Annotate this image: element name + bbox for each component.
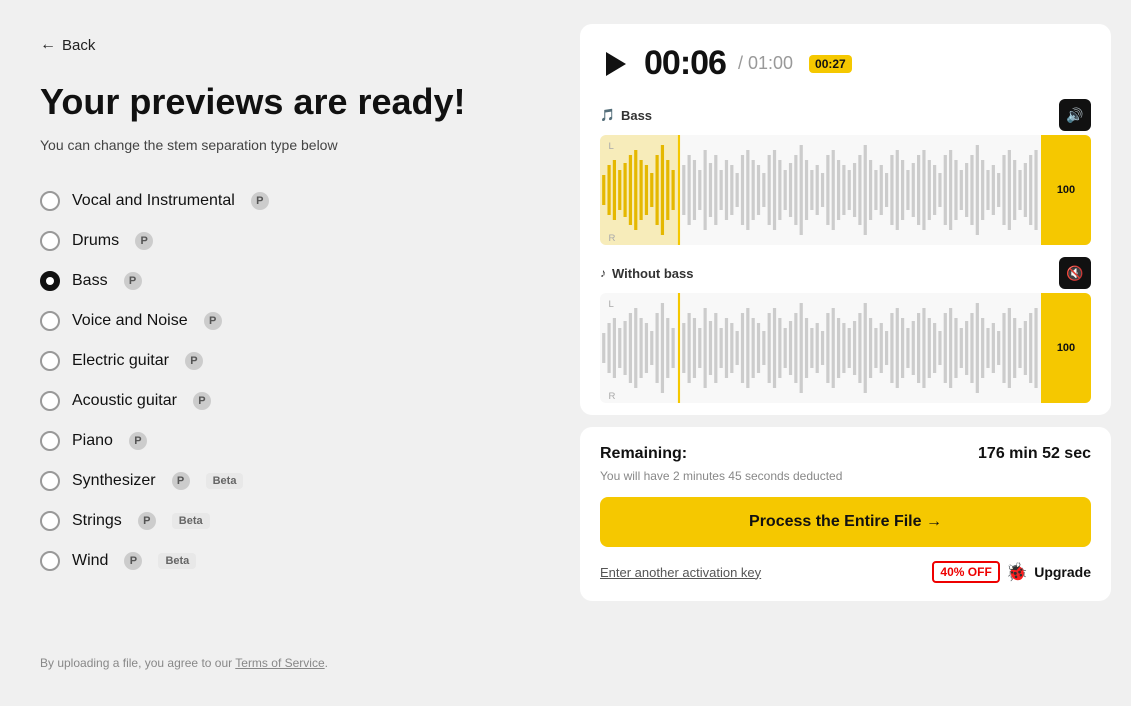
bass-volume-box: 100 [1041,135,1091,245]
beta-badge-synthesizer: Beta [206,473,244,489]
activation-key-link[interactable]: Enter another activation key [600,565,761,580]
without-bass-track-icon: ♪ [600,266,606,280]
back-link[interactable]: ← Back [40,36,520,54]
without-bass-track-header: ♪ Without bass 🔇 [600,257,1091,289]
back-arrow-icon: ← [40,36,56,54]
bass-track-header: 🎵 Bass 🔊 [600,99,1091,131]
pro-badge-drums: P [135,232,153,250]
bass-track-icon: 🎵 [600,108,615,122]
stem-list: Vocal and InstrumentalPDrumsPBassPVoice … [40,183,520,579]
current-time: 00:06 [644,44,726,83]
stem-item-piano[interactable]: Piano P [40,423,520,459]
beta-badge-wind: Beta [158,553,196,569]
radio-wind [40,551,60,571]
radio-electric-guitar [40,351,60,371]
player-header: 00:06 / 01:00 00:27 [600,44,1091,83]
radio-acoustic-guitar [40,391,60,411]
bass-volume-button[interactable]: 🔊 [1059,99,1091,131]
stem-item-drums[interactable]: Drums P [40,223,520,259]
bass-waveform-svg: L R [600,135,1091,245]
pro-badge-electric-guitar: P [185,352,203,370]
player-card: 00:06 / 01:00 00:27 🎵 Bass 🔊 [580,24,1111,415]
stem-item-vocal-instrumental[interactable]: Vocal and Instrumental P [40,183,520,219]
total-time: / 01:00 [738,53,793,74]
pro-badge-acoustic-guitar: P [193,392,211,410]
svg-text:R: R [609,391,616,401]
time-marker: 00:27 [809,55,852,73]
stem-label-voice-noise: Voice and Noise [72,312,188,330]
svg-text:L: L [609,299,614,309]
upgrade-right: 40% OFF 🐞 Upgrade [932,561,1091,583]
beta-badge-strings: Beta [172,513,210,529]
pro-badge-voice-noise: P [204,312,222,330]
without-bass-track-name: ♪ Without bass [600,266,694,281]
upgrade-row: Enter another activation key 40% OFF 🐞 U… [600,561,1091,583]
remaining-time: 176 min 52 sec [978,445,1091,463]
stem-item-bass[interactable]: Bass P [40,263,520,299]
without-bass-track: ♪ Without bass 🔇 [600,257,1091,403]
stem-label-acoustic-guitar: Acoustic guitar [72,392,177,410]
discount-badge: 40% OFF [932,561,999,583]
stem-item-strings[interactable]: Strings P Beta [40,503,520,539]
pro-badge-piano: P [129,432,147,450]
svg-text:L: L [609,141,614,151]
stem-label-vocal-instrumental: Vocal and Instrumental [72,192,235,210]
radio-synthesizer [40,471,60,491]
page-title: Your previews are ready! [40,82,520,122]
stem-item-wind[interactable]: Wind P Beta [40,543,520,579]
bass-track-name: 🎵 Bass [600,108,652,123]
stem-item-electric-guitar[interactable]: Electric guitar P [40,343,520,379]
without-bass-volume-button[interactable]: 🔇 [1059,257,1091,289]
radio-drums [40,231,60,251]
svg-text:R: R [609,233,616,243]
page-subtitle: You can change the stem separation type … [40,136,520,156]
process-button[interactable]: Process the Entire File → [600,497,1091,547]
bass-track: 🎵 Bass 🔊 [600,99,1091,245]
radio-piano [40,431,60,451]
radio-bass [40,271,60,291]
stem-label-piano: Piano [72,432,113,450]
remaining-card: Remaining: 176 min 52 sec You will have … [580,427,1111,601]
stem-item-synthesizer[interactable]: Synthesizer P Beta [40,463,520,499]
stem-label-synthesizer: Synthesizer [72,472,156,490]
pro-badge-synthesizer: P [172,472,190,490]
stem-label-electric-guitar: Electric guitar [72,352,169,370]
bass-waveform: L R 100 [600,135,1091,245]
footer-text: By uploading a file, you agree to our Te… [40,656,520,670]
play-button[interactable] [600,48,632,80]
stem-label-drums: Drums [72,232,119,250]
pro-badge-bass: P [124,272,142,290]
back-label: Back [62,37,95,54]
play-icon [606,52,626,76]
remaining-label: Remaining: [600,445,687,463]
radio-vocal-instrumental [40,191,60,211]
pro-badge-wind: P [124,552,142,570]
bug-icon: 🐞 [1006,562,1028,583]
pro-badge-strings: P [138,512,156,530]
without-bass-waveform: L R 100 [600,293,1091,403]
remaining-row: Remaining: 176 min 52 sec [600,445,1091,463]
without-bass-waveform-svg: L R [600,293,1091,403]
left-panel: ← Back Your previews are ready! You can … [0,0,560,706]
without-bass-volume-box: 100 [1041,293,1091,403]
radio-strings [40,511,60,531]
radio-voice-noise [40,311,60,331]
terms-link[interactable]: Terms of Service [235,656,324,670]
remaining-sub: You will have 2 minutes 45 seconds deduc… [600,469,1091,483]
upgrade-link[interactable]: Upgrade [1034,564,1091,580]
stem-item-voice-noise[interactable]: Voice and Noise P [40,303,520,339]
pro-badge-vocal-instrumental: P [251,192,269,210]
right-panel: 00:06 / 01:00 00:27 🎵 Bass 🔊 [560,0,1131,706]
stem-label-strings: Strings [72,512,122,530]
stem-item-acoustic-guitar[interactable]: Acoustic guitar P [40,383,520,419]
stem-label-wind: Wind [72,552,108,570]
stem-label-bass: Bass [72,272,108,290]
